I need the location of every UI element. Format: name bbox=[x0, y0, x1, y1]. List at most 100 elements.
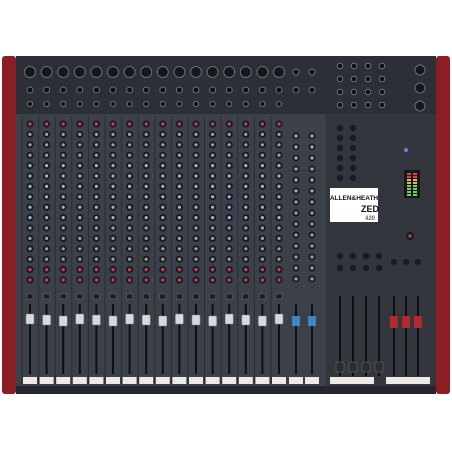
aux-master-knob[interactable] bbox=[336, 154, 344, 162]
aux-master-knob[interactable] bbox=[336, 174, 344, 182]
master-output-jack[interactable] bbox=[378, 75, 386, 83]
master-output-jack[interactable] bbox=[378, 62, 386, 70]
main-output-xlr[interactable] bbox=[414, 82, 426, 94]
insert-jack[interactable] bbox=[209, 101, 216, 108]
line-input-jack[interactable] bbox=[275, 86, 283, 94]
group-knob[interactable] bbox=[349, 264, 357, 272]
master-output-jack[interactable] bbox=[336, 75, 344, 83]
xlr-input-jack[interactable] bbox=[40, 66, 53, 78]
line-input-jack[interactable] bbox=[93, 86, 100, 94]
insert-jack[interactable] bbox=[110, 101, 117, 108]
master-output-jack[interactable] bbox=[364, 62, 372, 70]
mute-button[interactable] bbox=[242, 293, 250, 300]
aux-master-knob[interactable] bbox=[349, 144, 357, 152]
channel-fader[interactable] bbox=[92, 314, 101, 326]
main-output-xlr[interactable] bbox=[414, 100, 426, 112]
aux-master-knob[interactable] bbox=[336, 134, 344, 142]
xlr-input-jack[interactable] bbox=[140, 66, 153, 78]
xlr-input-jack[interactable] bbox=[73, 66, 86, 78]
insert-jack[interactable] bbox=[76, 101, 83, 108]
channel-fader[interactable] bbox=[208, 315, 217, 327]
group-knob[interactable] bbox=[375, 252, 383, 260]
master-output-jack[interactable] bbox=[364, 75, 372, 83]
stereo-input-jack[interactable] bbox=[308, 68, 316, 76]
group-knob[interactable] bbox=[362, 252, 370, 260]
master-fader[interactable] bbox=[414, 316, 422, 328]
mute-button[interactable] bbox=[259, 293, 266, 300]
mute-button[interactable] bbox=[192, 293, 200, 300]
master-knob[interactable] bbox=[402, 258, 410, 266]
insert-jack[interactable] bbox=[126, 101, 133, 108]
aux-master-knob[interactable] bbox=[349, 164, 357, 172]
insert-jack[interactable] bbox=[60, 101, 67, 108]
group-fader[interactable] bbox=[348, 361, 358, 373]
xlr-input-jack[interactable] bbox=[123, 66, 136, 78]
master-output-jack[interactable] bbox=[336, 88, 344, 96]
master-output-jack[interactable] bbox=[364, 101, 372, 109]
aux-master-knob[interactable] bbox=[336, 164, 344, 172]
insert-jack[interactable] bbox=[26, 101, 33, 108]
xlr-input-jack[interactable] bbox=[90, 66, 103, 78]
line-input-jack[interactable] bbox=[26, 86, 34, 94]
master-knob[interactable] bbox=[414, 258, 422, 266]
channel-fader[interactable] bbox=[108, 315, 118, 327]
line-input-jack[interactable] bbox=[225, 86, 233, 94]
channel-fader[interactable] bbox=[224, 313, 234, 325]
line-input-jack[interactable] bbox=[242, 86, 250, 94]
aux-master-knob[interactable] bbox=[336, 124, 344, 132]
channel-fader[interactable] bbox=[141, 314, 151, 326]
xlr-input-jack[interactable] bbox=[190, 66, 202, 78]
aux-master-knob[interactable] bbox=[349, 124, 357, 132]
group-fader[interactable] bbox=[374, 361, 384, 373]
mute-button[interactable] bbox=[93, 293, 100, 300]
master-output-jack[interactable] bbox=[350, 75, 358, 83]
stereo-input-jack[interactable] bbox=[292, 68, 300, 76]
master-output-jack[interactable] bbox=[378, 88, 386, 96]
line-input-jack[interactable] bbox=[159, 86, 167, 94]
mute-button[interactable] bbox=[275, 293, 283, 300]
master-output-jack[interactable] bbox=[336, 62, 344, 70]
channel-fader[interactable] bbox=[175, 313, 184, 325]
xlr-input-jack[interactable] bbox=[107, 66, 119, 78]
xlr-input-jack[interactable] bbox=[24, 66, 36, 78]
insert-jack[interactable] bbox=[143, 101, 150, 108]
line-input-jack[interactable] bbox=[175, 86, 183, 94]
master-fader[interactable] bbox=[402, 316, 410, 328]
line-input-jack[interactable] bbox=[126, 86, 134, 94]
xlr-input-jack[interactable] bbox=[206, 66, 219, 78]
mute-button[interactable] bbox=[109, 293, 117, 300]
mute-button[interactable] bbox=[225, 293, 233, 300]
xlr-input-jack[interactable] bbox=[173, 66, 186, 78]
channel-fader[interactable] bbox=[158, 315, 168, 327]
mute-button[interactable] bbox=[176, 293, 183, 300]
channel-fader[interactable] bbox=[125, 313, 134, 325]
group-fader[interactable] bbox=[335, 361, 345, 373]
master-output-jack[interactable] bbox=[364, 88, 372, 96]
line-input-jack[interactable] bbox=[258, 86, 266, 94]
mute-button[interactable] bbox=[142, 293, 150, 300]
stereo-channel-fader[interactable] bbox=[292, 316, 300, 326]
line-input-jack[interactable] bbox=[76, 86, 84, 94]
mute-button[interactable] bbox=[43, 293, 50, 300]
line-input-jack[interactable] bbox=[192, 86, 200, 94]
group-knob[interactable] bbox=[336, 252, 344, 260]
line-input-jack[interactable] bbox=[43, 86, 50, 94]
line-input-jack[interactable] bbox=[142, 86, 150, 94]
line-input-jack[interactable] bbox=[59, 86, 67, 94]
channel-fader[interactable] bbox=[42, 314, 51, 326]
channel-fader[interactable] bbox=[191, 314, 201, 326]
channel-fader[interactable] bbox=[274, 313, 284, 325]
insert-jack[interactable] bbox=[226, 101, 233, 108]
insert-jack[interactable] bbox=[242, 101, 249, 108]
xlr-input-jack[interactable] bbox=[156, 66, 169, 78]
channel-fader[interactable] bbox=[258, 315, 267, 327]
channel-fader[interactable] bbox=[25, 313, 35, 325]
stereo-input-jack[interactable] bbox=[308, 86, 316, 94]
main-output-xlr[interactable] bbox=[414, 64, 426, 76]
master-output-jack[interactable] bbox=[350, 101, 358, 109]
line-input-jack[interactable] bbox=[209, 86, 217, 94]
insert-jack[interactable] bbox=[176, 101, 183, 108]
stereo-input-jack[interactable] bbox=[292, 86, 300, 94]
xlr-input-jack[interactable] bbox=[223, 66, 236, 78]
master-fader[interactable] bbox=[390, 316, 398, 328]
